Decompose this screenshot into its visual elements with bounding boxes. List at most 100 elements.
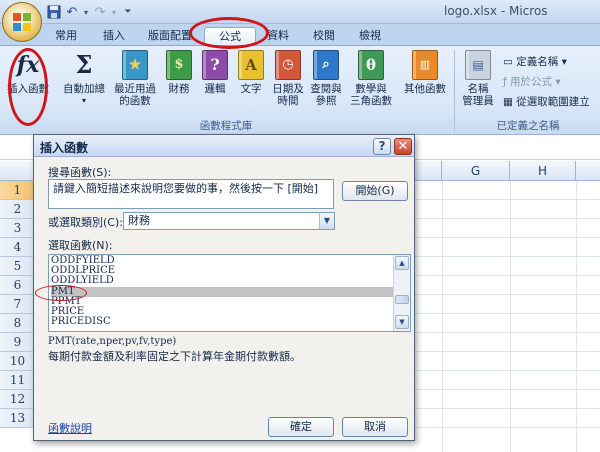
date-time-label-2: 時間 <box>277 95 299 107</box>
window-title: logo.xlsx - Micros <box>444 4 548 18</box>
function-list[interactable]: ODDFYIELD ODDLPRICE ODDLYIELD PMT PPMT P… <box>48 254 411 332</box>
lookup-label-2: 參照 <box>315 95 337 107</box>
function-description: 每期付款金額及利率固定之下計算年金期付款數額。 <box>48 350 301 363</box>
use-in-formula-command[interactable]: ƒ 用於公式 ▾ <box>503 74 561 89</box>
scroll-up-icon[interactable]: ▲ <box>395 256 409 270</box>
function-help-link[interactable]: 函數說明 <box>48 420 92 436</box>
insert-function-button[interactable]: fx 插入函數 <box>4 50 52 95</box>
text-label: 文字 <box>240 83 262 95</box>
row-header-3[interactable]: 3 <box>0 219 36 238</box>
fx-icon: fx <box>16 52 40 78</box>
tab-home[interactable]: 常用 <box>50 27 82 46</box>
more-functions-button[interactable]: ▥ 其他函數 <box>400 50 450 95</box>
create-from-selection-icon: ▦ <box>503 96 517 108</box>
name-tag-icon: ▤ <box>465 50 491 80</box>
row-header-2[interactable]: 2 <box>0 200 36 219</box>
save-icon[interactable] <box>46 4 62 20</box>
ok-button[interactable]: 確定 <box>268 417 334 437</box>
scroll-down-icon[interactable]: ▼ <box>395 315 409 329</box>
math-label-1: 數學與 <box>355 83 387 95</box>
office-logo-icon <box>13 13 31 31</box>
category-value: 財務 <box>128 214 150 227</box>
row-header-13[interactable]: 13 <box>0 409 36 428</box>
list-item-selected[interactable]: PMT <box>51 287 394 297</box>
logical-book-icon: ? <box>202 50 228 80</box>
grid-line <box>510 181 511 452</box>
help-icon[interactable]: ? <box>373 138 391 155</box>
row-header-9[interactable]: 9 <box>0 333 36 352</box>
select-all-corner[interactable] <box>0 161 36 181</box>
create-from-selection-command[interactable]: ▦ 從選取範圍建立 <box>503 94 590 109</box>
tab-page-layout[interactable]: 版面配置 <box>143 27 197 46</box>
title-bar: ↶ ▾ ↷ ▾ ⏷ logo.xlsx - Micros <box>0 0 600 42</box>
text-book-icon: A <box>238 50 264 80</box>
search-function-input[interactable]: 請鍵入簡短描述來說明您要做的事，然後按一下 [開始] <box>48 179 334 209</box>
function-syntax: PMT(rate,nper,pv,fv,type) <box>48 336 177 347</box>
date-time-button[interactable]: ◷ 日期及 時間 <box>270 50 306 107</box>
lookup-label-1: 查閱與 <box>310 83 342 95</box>
select-function-label: 選取函數(N): <box>48 239 113 252</box>
financial-button[interactable]: $ 財務 <box>162 50 196 95</box>
row-header-6[interactable]: 6 <box>0 276 36 295</box>
name-manager-label-1: 名稱 <box>467 83 489 95</box>
lookup-reference-button[interactable]: ⌕ 查閱與 參照 <box>308 50 344 107</box>
date-time-label-1: 日期及 <box>272 83 304 95</box>
group-separator <box>454 50 455 132</box>
row-header-5[interactable]: 5 <box>0 257 36 276</box>
row-header-12[interactable]: 12 <box>0 390 36 409</box>
chevron-down-icon[interactable]: ▼ <box>319 213 334 229</box>
name-manager-button[interactable]: ▤ 名稱 管理員 <box>456 50 500 107</box>
function-library-group-label: 函數程式庫 <box>199 120 253 132</box>
go-button[interactable]: 開始(G) <box>342 181 408 201</box>
cancel-button[interactable]: 取消 <box>342 417 408 437</box>
list-item[interactable]: PPMT <box>51 297 394 307</box>
column-header-g[interactable]: G <box>442 161 510 181</box>
math-label-2: 三角函數 <box>350 95 392 107</box>
row-header-8[interactable]: 8 <box>0 314 36 333</box>
row-header-1[interactable]: 1 <box>0 181 36 200</box>
recently-used-label-2: 的函數 <box>119 95 151 107</box>
column-header-next[interactable] <box>576 161 600 181</box>
column-header-h[interactable]: H <box>510 161 576 181</box>
define-name-command[interactable]: ▭ 定義名稱 ▾ <box>503 54 567 69</box>
list-item[interactable]: ODDLYIELD <box>51 276 394 286</box>
recently-used-label-1: 最近用過 <box>114 83 156 95</box>
tab-review[interactable]: 校閱 <box>308 27 340 46</box>
list-item[interactable]: PRICEDISC <box>51 317 394 327</box>
scroll-thumb[interactable] <box>395 295 409 304</box>
math-trig-button[interactable]: θ 數學與 三角函數 <box>346 50 396 107</box>
grid-line <box>442 181 443 452</box>
category-select[interactable]: 財務 ▼ <box>123 212 335 230</box>
list-scrollbar[interactable]: ▲ ▼ <box>393 255 410 331</box>
search-function-label: 搜尋函數(S): <box>48 166 112 179</box>
insert-function-label: 插入函數 <box>7 83 49 95</box>
name-manager-label-2: 管理員 <box>462 95 494 107</box>
customize-qat-icon[interactable]: ⏷ <box>120 4 136 20</box>
autosum-button[interactable]: Σ 自動加總 ▾ <box>60 50 108 107</box>
tab-insert[interactable]: 插入 <box>98 27 130 46</box>
office-button[interactable] <box>2 2 42 42</box>
ribbon: fx 插入函數 Σ 自動加總 ▾ ★ 最近用過 的函數 $ 財務 ? 邏輯 A … <box>0 45 600 135</box>
row-header-4[interactable]: 4 <box>0 238 36 257</box>
ribbon-tabs: 常用 插入 版面配置 公式 資料 校閱 檢視 <box>0 24 600 46</box>
text-button[interactable]: A 文字 <box>234 50 268 95</box>
recently-used-button[interactable]: ★ 最近用過 的函數 <box>110 50 160 107</box>
insert-function-dialog: 插入函數 ? ✕ 搜尋函數(S): 請鍵入簡短描述來說明您要做的事，然後按一下 … <box>33 134 415 441</box>
dialog-title-bar[interactable]: 插入函數 ? ✕ <box>34 135 414 157</box>
tab-view[interactable]: 檢視 <box>354 27 386 46</box>
defined-names-group-label: 已定義之名稱 <box>496 120 560 132</box>
star-book-icon: ★ <box>122 50 148 80</box>
row-header-7[interactable]: 7 <box>0 295 36 314</box>
row-header-11[interactable]: 11 <box>0 371 36 390</box>
tab-formulas[interactable]: 公式 <box>204 27 256 46</box>
row-header-10[interactable]: 10 <box>0 352 36 371</box>
financial-label: 財務 <box>168 83 190 95</box>
grid-line <box>576 181 577 452</box>
tab-data[interactable]: 資料 <box>262 27 294 46</box>
dialog-title: 插入函數 <box>40 141 89 155</box>
logical-button[interactable]: ? 邏輯 <box>198 50 232 95</box>
close-icon[interactable]: ✕ <box>394 138 412 155</box>
define-name-icon: ▭ <box>503 56 517 68</box>
autosum-label: 自動加總 <box>63 83 105 95</box>
theta-book-icon: θ <box>358 50 384 80</box>
